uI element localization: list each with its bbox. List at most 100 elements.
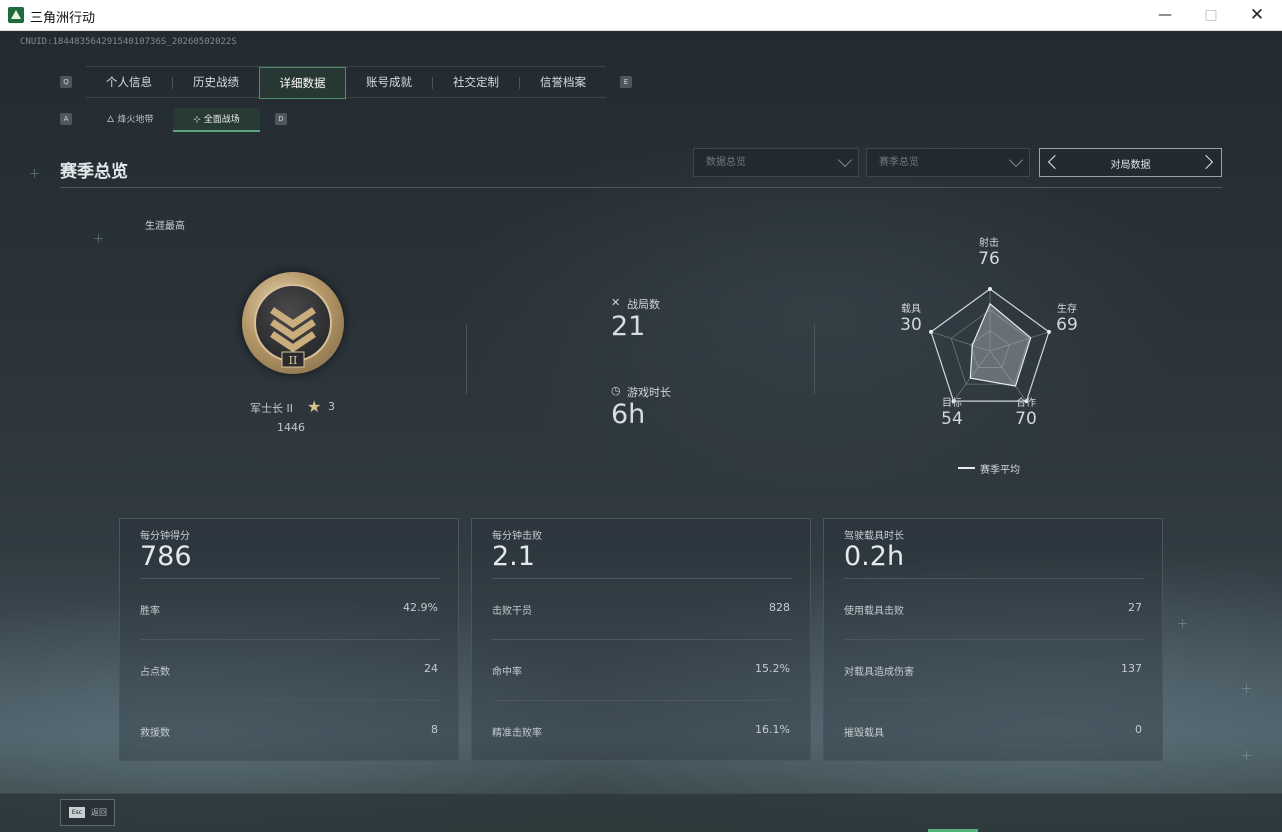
divider-vertical — [814, 324, 815, 394]
radar-label-teamwork: 合作 — [1016, 398, 1036, 409]
card-row-value: 42.9% — [403, 601, 438, 614]
card-vehicle-time: 驾驶载具时长 0.2h 使用载具击败 27 对载具造成伤害 137 摧毁载具 0 — [823, 518, 1163, 761]
crossed-swords-icon: ✕ — [611, 296, 621, 309]
season-overview-dropdown[interactable]: 赛季总览 — [866, 148, 1030, 177]
tab-credit-record[interactable]: 信誉档案 — [520, 67, 606, 99]
esc-key-hint: Esc — [69, 807, 85, 818]
rank-chevrons-icon: II — [270, 307, 316, 368]
tab-prev-key-hint: Q — [60, 76, 72, 88]
back-button[interactable]: Esc 返回 — [60, 799, 115, 826]
tab-match-history[interactable]: 历史战绩 — [173, 67, 259, 99]
subtab-next-key-hint: D — [275, 113, 287, 125]
subtab-warfare-label: 全面战场 — [203, 115, 240, 125]
card-score-per-minute: 每分钟得分 786 胜率 42.9% 占点数 24 救援数 8 — [119, 518, 459, 761]
card-divider — [140, 639, 440, 640]
tab-social-custom[interactable]: 社交定制 — [433, 67, 519, 99]
season-overview-dropdown-label: 赛季总览 — [879, 157, 919, 168]
matches-value: 21 — [611, 311, 646, 342]
card-divider — [844, 578, 1144, 579]
tab-achievements[interactable]: 账号成就 — [346, 67, 432, 99]
card-divider — [492, 578, 792, 579]
clock-icon: ◷ — [611, 384, 621, 397]
medal-numeral: II — [289, 354, 298, 367]
card-row-label: 使用载具击败 — [844, 606, 904, 617]
window-titlebar: 三角洲行动 — □ ✕ — [0, 0, 1282, 31]
divider-vertical — [466, 324, 467, 394]
star-icon: ★ — [307, 397, 322, 416]
career-best-label: 生涯最高 — [145, 221, 185, 232]
subtab-operations-label: 烽火地带 — [117, 115, 154, 125]
playtime-value: 6h — [611, 399, 646, 430]
rank-score: 1446 — [277, 421, 305, 434]
subtab-warfare[interactable]: ⊹ 全面战场 — [173, 108, 260, 132]
card-row-value: 0 — [1135, 723, 1142, 736]
card-title: 每分钟击败 — [492, 531, 542, 542]
rank-stars-count: 3 — [328, 400, 335, 413]
radar-value-teamwork: 70 — [1015, 409, 1037, 429]
close-button[interactable]: ✕ — [1234, 0, 1280, 31]
radar-label-survival: 生存 — [1057, 304, 1077, 315]
card-row-value: 27 — [1128, 601, 1142, 614]
pager-label: 对局数据 — [1110, 160, 1151, 171]
flame-icon: 🜂 — [106, 115, 118, 125]
card-row-value: 137 — [1121, 662, 1142, 675]
card-row-value: 8 — [431, 723, 438, 736]
radar-label-vehicle: 载具 — [901, 304, 921, 315]
radar-season-average-area — [969, 302, 1032, 387]
card-row-label: 胜率 — [140, 606, 160, 617]
section-title: 赛季总览 — [60, 162, 128, 182]
data-overview-dropdown-label: 数据总览 — [706, 157, 746, 168]
crosshair-icon: ⊹ — [193, 115, 204, 125]
card-row-label: 对载具造成伤害 — [844, 667, 914, 678]
data-overview-dropdown[interactable]: 数据总览 — [693, 148, 859, 177]
card-title: 每分钟得分 — [140, 531, 190, 542]
window-title: 三角洲行动 — [30, 11, 96, 26]
radar-label-shooting: 射击 — [979, 238, 999, 249]
decor-cross-icon — [1242, 684, 1251, 693]
card-row-value: 16.1% — [755, 723, 790, 736]
radar-label-objective: 目标 — [942, 398, 962, 409]
card-row-value: 24 — [424, 662, 438, 675]
card-big-value: 0.2h — [844, 541, 905, 572]
card-big-value: 786 — [140, 541, 192, 572]
bottom-bar — [0, 793, 1282, 832]
chevron-down-icon — [837, 152, 853, 168]
radar-value-vehicle: 30 — [900, 315, 922, 335]
card-kills-per-minute: 每分钟击败 2.1 击败干员 828 命中率 15.2% 精准击败率 16.1% — [471, 518, 811, 761]
main-tab-bar: 个人信息 历史战绩 详细数据 账号成就 社交定制 信誉档案 — [86, 66, 606, 99]
minimize-button[interactable]: — — [1142, 0, 1188, 31]
radar-axis-dot — [988, 287, 992, 291]
card-divider — [844, 700, 1144, 701]
playtime-label: 游戏时长 — [627, 386, 671, 399]
decor-cross-icon — [94, 234, 103, 243]
radar-value-survival: 69 — [1056, 315, 1078, 335]
radar-value-objective: 54 — [941, 409, 963, 429]
app-logo-icon — [8, 7, 24, 23]
card-row-value: 15.2% — [755, 662, 790, 675]
card-row-label: 救援数 — [140, 728, 170, 739]
tab-personal-info[interactable]: 个人信息 — [86, 67, 172, 99]
game-screen: CNUID:18448356429154010736S_20260502022S… — [0, 31, 1282, 832]
card-big-value: 2.1 — [492, 541, 535, 572]
card-row-label: 占点数 — [140, 667, 170, 678]
matches-label: 战局数 — [627, 298, 660, 311]
decor-cross-icon — [1178, 619, 1187, 628]
card-row-label: 命中率 — [492, 667, 522, 678]
card-divider — [844, 639, 1144, 640]
radar-legend-swatch — [958, 467, 975, 469]
rank-medal-icon: II — [242, 272, 344, 374]
card-divider — [140, 578, 440, 579]
subtab-operations[interactable]: 🜂 烽火地带 — [88, 108, 172, 132]
section-divider — [60, 187, 1222, 188]
radar-value-shooting: 76 — [978, 249, 1000, 269]
decor-cross-icon — [30, 169, 39, 178]
tab-detailed-data[interactable]: 详细数据 — [259, 67, 346, 99]
rank-name: 军士长 II — [250, 402, 293, 415]
maximize-button[interactable]: □ — [1188, 0, 1234, 31]
card-divider — [140, 700, 440, 701]
back-label: 返回 — [91, 808, 107, 817]
card-row-value: 828 — [769, 601, 790, 614]
cnuid-text: CNUID:18448356429154010736S_20260502022S — [20, 37, 237, 47]
card-divider — [492, 639, 792, 640]
tab-next-key-hint: E — [620, 76, 632, 88]
